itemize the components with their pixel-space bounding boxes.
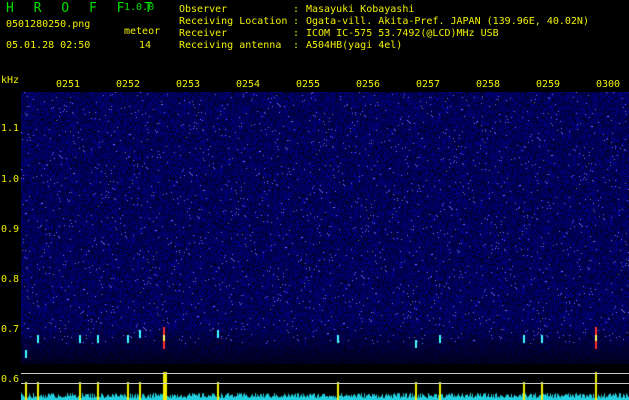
freq-tick-label: 0.6 xyxy=(1,374,20,385)
info-label-receiver: Receiver xyxy=(179,28,228,39)
spectrogram-waterfall xyxy=(21,92,629,364)
info-value-antenna: A504HB(yagi 4el) xyxy=(306,40,403,51)
freq-tick-label: 0.8 xyxy=(1,274,20,285)
freq-tick-label: 1.0 xyxy=(1,174,20,185)
info-colon: : xyxy=(293,28,300,39)
freq-tick-label: 0.7 xyxy=(1,324,20,335)
info-label-location: Receiving Location xyxy=(179,16,288,27)
time-tick-label: 0256 xyxy=(356,79,381,90)
header-panel: H R O F F T 1.0.0 0501280250.png meteor … xyxy=(0,0,629,75)
time-tick-label: 0253 xyxy=(176,79,201,90)
info-value-observer: Masayuki Kobayashi xyxy=(306,4,415,15)
time-tick-label: 0259 xyxy=(536,79,561,90)
info-colon: : xyxy=(293,16,300,27)
time-tick-label: 0252 xyxy=(116,79,141,90)
time-axis: 0251 0252 0253 0254 0255 0256 0257 0258 … xyxy=(0,79,629,93)
info-colon: : xyxy=(293,40,300,51)
time-tick-label: 0258 xyxy=(476,79,501,90)
time-tick-label: 0254 xyxy=(236,79,261,90)
date-time: 05.01.28 02:50 xyxy=(6,40,91,51)
app-version: 1.0.0 xyxy=(124,2,155,13)
panel-divider xyxy=(0,366,629,368)
info-label-antenna: Receiving antenna xyxy=(179,40,282,51)
meteor-count: 14 xyxy=(139,40,152,51)
freq-tick-label: 0.9 xyxy=(1,224,20,235)
info-label-observer: Observer xyxy=(179,4,228,15)
freq-tick-label: 1.1 xyxy=(1,123,20,134)
time-tick-label: 0257 xyxy=(416,79,441,90)
info-value-receiver: ICOM IC-575 53.7492(@LCD)MHz USB xyxy=(306,28,499,39)
meteor-label: meteor xyxy=(124,26,161,37)
threshold-line xyxy=(21,383,629,384)
time-tick-label: 0255 xyxy=(296,79,321,90)
time-tick-label: 0251 xyxy=(56,79,81,90)
info-value-location: Ogata-vill. Akita-Pref. JAPAN (139.96E, … xyxy=(306,16,589,27)
file-name: 0501280250.png xyxy=(6,19,91,30)
threshold-line xyxy=(21,373,629,374)
time-tick-label: 0300 xyxy=(596,79,621,90)
info-colon: : xyxy=(293,4,300,15)
